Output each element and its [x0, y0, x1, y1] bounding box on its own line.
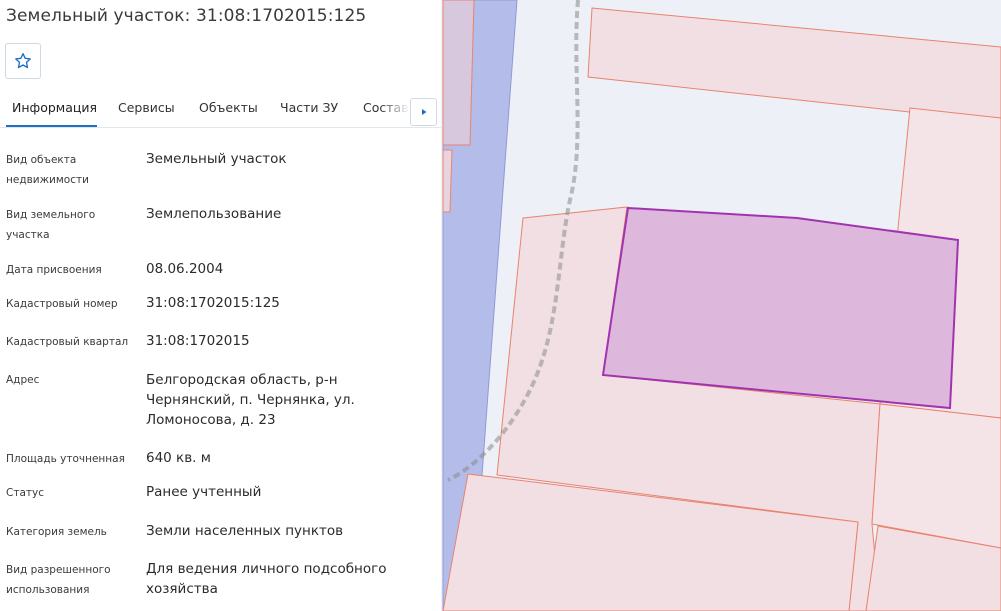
field-label: Категория земель — [6, 526, 107, 538]
tab-bar: Информация Сервисы Объекты Части ЗУ Сост… — [0, 92, 441, 128]
field-label: Площадь уточненная — [6, 453, 125, 465]
field-label: Статус — [6, 487, 44, 499]
parcel-bottom-right[interactable] — [871, 403, 1001, 549]
tab-parts[interactable]: Части ЗУ — [280, 100, 338, 115]
field-value: 640 кв. м — [146, 450, 211, 466]
active-tab-indicator — [6, 125, 97, 127]
favorite-button[interactable] — [5, 43, 41, 79]
field-value: 31:08:1702015:125 — [146, 295, 280, 311]
field-value: 31:08:1702015 — [146, 333, 250, 349]
tab-services[interactable]: Сервисы — [118, 100, 175, 115]
triangle-right-icon — [421, 109, 426, 115]
page-title: Земельный участок: 31:08:1702015:125 — [6, 6, 367, 26]
parcel-top[interactable] — [587, 7, 1001, 123]
parcel-strip-left — [442, 0, 475, 146]
tab-objects[interactable]: Объекты — [199, 100, 258, 115]
field-value: Ранее учтенный — [146, 484, 262, 500]
field-label: Дата присвоения — [6, 264, 102, 276]
field-label: Кадастровый номер — [6, 298, 118, 310]
tab-scroll-right-button[interactable] — [410, 98, 437, 126]
field-value: Белгородская область, р-н Чернянский, п.… — [146, 372, 355, 428]
field-label: Адрес — [6, 374, 40, 386]
star-outline-icon — [15, 53, 31, 69]
tab-overflow-fade — [380, 92, 410, 126]
field-label: Вид разрешенного использования — [6, 564, 111, 596]
field-value: Землепользование — [146, 206, 282, 222]
field-value: Земельный участок — [146, 151, 287, 167]
info-panel: Земельный участок: 31:08:1702015:125 Инф… — [0, 0, 441, 611]
tab-info[interactable]: Информация — [12, 100, 97, 115]
field-label: Вид объекта недвижимости — [6, 154, 89, 186]
field-label: Вид земельного участка — [6, 209, 96, 241]
field-value: Земли населенных пунктов — [146, 523, 344, 539]
selected-parcel[interactable] — [601, 206, 960, 410]
parcel-strip-small — [442, 149, 453, 213]
field-label: Кадастровый квартал — [6, 336, 129, 348]
field-value: Для ведения личного подсобного хозяйства — [146, 561, 387, 597]
field-value: 08.06.2004 — [146, 261, 224, 277]
